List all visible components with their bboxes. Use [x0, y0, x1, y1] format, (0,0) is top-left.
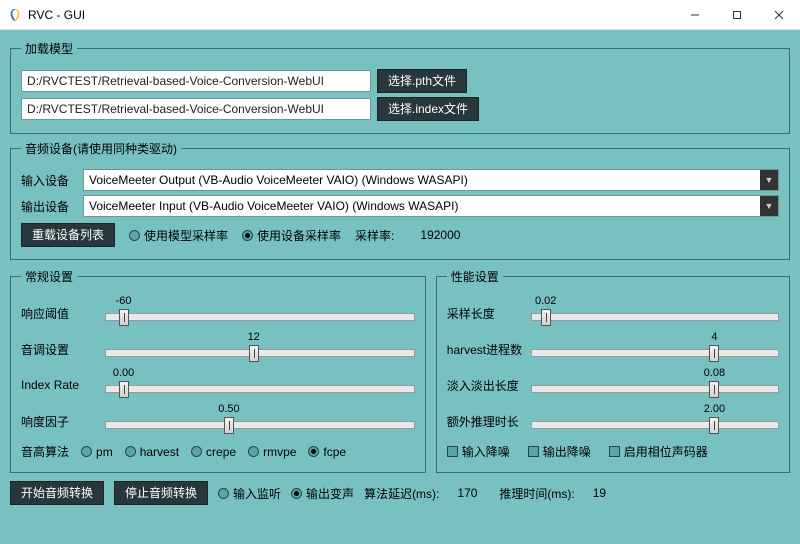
extra-time-slider[interactable]: 2.00: [531, 407, 779, 435]
minimize-button[interactable]: [674, 0, 716, 30]
close-button[interactable]: [758, 0, 800, 30]
input-device-select[interactable]: VoiceMeeter Output (VB-Audio VoiceMeeter…: [83, 169, 779, 191]
infer-value: 19: [593, 486, 606, 500]
legend-performance: 性能设置: [447, 268, 503, 285]
reload-devices-button[interactable]: 重载设备列表: [21, 223, 115, 247]
window-title: RVC - GUI: [28, 8, 85, 22]
maximize-button[interactable]: [716, 0, 758, 30]
index-rate-slider[interactable]: 0.00: [105, 371, 415, 399]
radio-algo-pm[interactable]: pm: [81, 445, 113, 459]
radio-device-samplerate[interactable]: 使用设备采样率: [242, 227, 341, 244]
output-device-label: 输出设备: [21, 198, 77, 215]
input-device-label: 输入设备: [21, 172, 77, 189]
chevron-down-icon: ▼: [760, 170, 778, 190]
latency-value: 170: [457, 486, 477, 500]
latency-label: 算法延迟(ms):: [364, 485, 439, 502]
chevron-down-icon: ▼: [760, 196, 778, 216]
input-device-value: VoiceMeeter Output (VB-Audio VoiceMeeter…: [84, 173, 760, 187]
check-input-denoise[interactable]: 输入降噪: [447, 443, 510, 460]
radio-listen-input[interactable]: 输入监听: [218, 485, 281, 502]
block-size-label: 采样长度: [447, 305, 525, 322]
radio-algo-fcpe[interactable]: fcpe: [308, 445, 346, 459]
pitch-algo-label: 音高算法: [21, 443, 69, 460]
block-size-slider[interactable]: 0.02: [531, 299, 779, 327]
group-load-model: 加载模型 选择.pth文件 选择.index文件: [10, 40, 790, 134]
output-device-select[interactable]: VoiceMeeter Input (VB-Audio VoiceMeeter …: [83, 195, 779, 217]
threshold-label: 响应阈值: [21, 305, 99, 322]
legend-audio-device: 音频设备(请使用同种类驱动): [21, 140, 181, 157]
samplerate-value: 192000: [420, 228, 460, 242]
group-performance: 性能设置 采样长度 0.02 harvest进程数 4 淡入淡出长度: [436, 268, 790, 473]
extra-time-label: 额外推理时长: [447, 413, 525, 430]
start-convert-button[interactable]: 开始音频转换: [10, 481, 104, 505]
index-rate-label: Index Rate: [21, 378, 99, 392]
threshold-slider[interactable]: -60: [105, 299, 415, 327]
radio-output-vc[interactable]: 输出变声: [291, 485, 354, 502]
radio-algo-crepe[interactable]: crepe: [191, 445, 236, 459]
select-pth-button[interactable]: 选择.pth文件: [377, 69, 467, 93]
legend-general: 常规设置: [21, 268, 77, 285]
pitch-label: 音调设置: [21, 341, 99, 358]
infer-label: 推理时间(ms):: [499, 485, 574, 502]
group-audio-device: 音频设备(请使用同种类驱动) 输入设备 VoiceMeeter Output (…: [10, 140, 790, 260]
fade-label: 淡入淡出长度: [447, 377, 525, 394]
harvest-proc-slider[interactable]: 4: [531, 335, 779, 363]
check-output-denoise[interactable]: 输出降噪: [528, 443, 591, 460]
radio-algo-rmvpe[interactable]: rmvpe: [248, 445, 296, 459]
harvest-proc-label: harvest进程数: [447, 341, 525, 358]
samplerate-label: 采样率:: [355, 227, 394, 244]
radio-model-samplerate[interactable]: 使用模型采样率: [129, 227, 228, 244]
output-device-value: VoiceMeeter Input (VB-Audio VoiceMeeter …: [84, 199, 760, 213]
loudness-slider[interactable]: 0.50: [105, 407, 415, 435]
check-phase-vocoder[interactable]: 启用相位声码器: [609, 443, 708, 460]
pth-path-input[interactable]: [21, 70, 371, 92]
select-index-button[interactable]: 选择.index文件: [377, 97, 479, 121]
radio-algo-harvest[interactable]: harvest: [125, 445, 179, 459]
stop-convert-button[interactable]: 停止音频转换: [114, 481, 208, 505]
loudness-label: 响度因子: [21, 413, 99, 430]
app-icon: [8, 8, 22, 22]
group-general: 常规设置 响应阈值 -60 音调设置 12 Index Rate: [10, 268, 426, 473]
legend-load-model: 加载模型: [21, 40, 77, 57]
index-path-input[interactable]: [21, 98, 371, 120]
fade-slider[interactable]: 0.08: [531, 371, 779, 399]
pitch-slider[interactable]: 12: [105, 335, 415, 363]
